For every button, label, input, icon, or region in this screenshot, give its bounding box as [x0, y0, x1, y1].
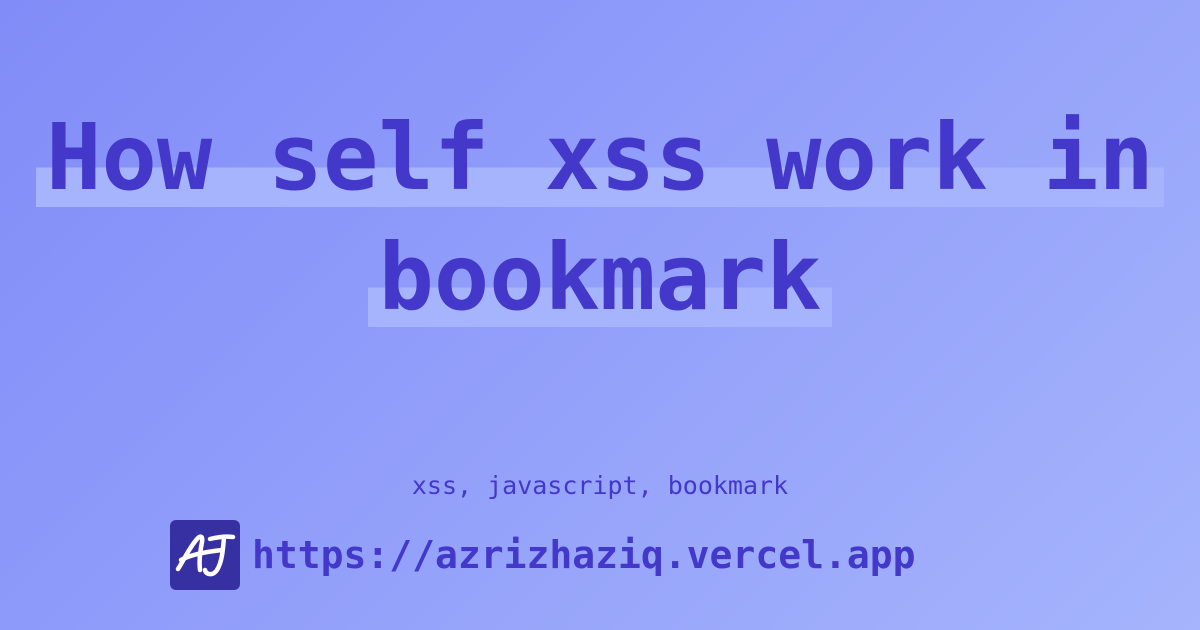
post-tags: xss, javascript, bookmark: [411, 471, 789, 500]
post-title-line-2: bookmark: [368, 218, 832, 338]
site-branding: https://azrizhaziq.vercel.app: [170, 520, 915, 590]
post-title-line-1: How self xss work in: [36, 98, 1164, 218]
aj-monogram-icon: [170, 520, 240, 590]
site-url-link[interactable]: https://azrizhaziq.vercel.app: [252, 520, 915, 590]
aj-logo-graphic: [175, 534, 236, 577]
post-title: How self xss work in bookmark: [0, 98, 1200, 338]
